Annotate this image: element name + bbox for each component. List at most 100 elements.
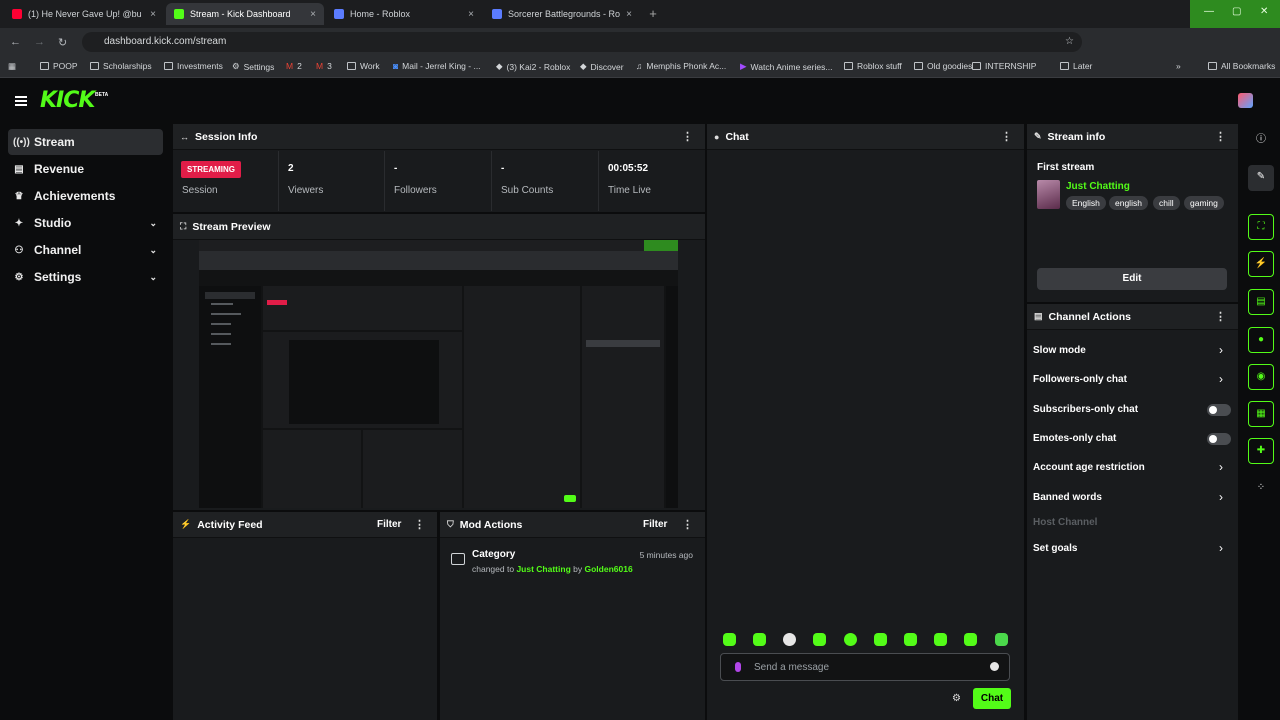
reload-icon[interactable]: ↻ [58, 36, 67, 49]
gear-icon[interactable]: ⚙ [952, 693, 961, 704]
emote-icon[interactable] [723, 633, 736, 646]
chevron-right-icon[interactable]: › [1219, 372, 1223, 386]
tag: English [1066, 196, 1106, 210]
bookmark[interactable]: ♫ Memphis Phonk Ac... [636, 61, 726, 71]
bookmark[interactable]: Old goodies [914, 61, 972, 71]
folder-icon [90, 62, 99, 70]
send-chat-button[interactable]: Chat [973, 688, 1011, 709]
emote-icon[interactable] [934, 633, 947, 646]
browser-tab[interactable]: Sorcerer Battlegrounds - Roblox × [484, 3, 640, 25]
chevron-right-icon[interactable]: › [1219, 490, 1223, 504]
kebab-menu-icon[interactable]: ⋮ [1215, 130, 1226, 143]
close-icon[interactable]: × [150, 9, 156, 20]
pencil-icon[interactable]: ✎ [1248, 165, 1274, 191]
user-link[interactable]: Golden6016 [585, 564, 633, 574]
sidebar-item-channel[interactable]: ⚇ Channel ⌄ [8, 237, 163, 263]
emotes-only-toggle[interactable] [1207, 433, 1231, 445]
set-goals-item[interactable]: Set goals [1033, 543, 1077, 554]
lightning-icon[interactable]: ⚡ [1248, 251, 1274, 277]
maximize-icon[interactable]: ▢ [1232, 6, 1241, 17]
bookmark[interactable]: ◆ (3) Kai2 - Roblox [496, 61, 570, 72]
info-icon[interactable]: ⓘ [1248, 128, 1274, 154]
emote-icon[interactable] [964, 633, 977, 646]
bookmark[interactable]: M3 [316, 61, 332, 71]
layout-icon[interactable]: ▦ [1248, 401, 1274, 427]
bookmark[interactable]: All Bookmarks [1208, 61, 1275, 71]
edit-button[interactable]: Edit [1037, 268, 1227, 290]
chevron-right-icon[interactable]: › [1219, 541, 1223, 555]
close-icon[interactable]: × [626, 9, 632, 20]
bookmark[interactable]: Scholarships [90, 61, 152, 71]
kebab-menu-icon[interactable]: ⋮ [414, 518, 425, 531]
bookmark[interactable]: Investments [164, 61, 223, 71]
desc-prefix: changed to [472, 564, 515, 574]
banned-words-item[interactable]: Banned words [1033, 492, 1102, 503]
chevron-right-icon[interactable]: › [1219, 460, 1223, 474]
bookmark[interactable]: Later [1060, 61, 1092, 71]
avatar[interactable] [1238, 93, 1253, 108]
sidebar-item-studio[interactable]: ✦ Studio ⌄ [8, 210, 163, 236]
account-age-item[interactable]: Account age restriction [1033, 462, 1145, 473]
bookmark[interactable]: ◙ Mail - Jerrel King - ... [393, 61, 481, 71]
sidebar-item-revenue[interactable]: ▤ Revenue [8, 156, 163, 182]
bookmark[interactable]: INTERNSHIP [972, 61, 1036, 71]
wrench-icon[interactable]: ✚ [1248, 438, 1274, 464]
browser-tab[interactable]: (1) He Never Gave Up! @bu × [4, 3, 164, 25]
sidebar-item-label: Settings [34, 270, 82, 284]
fullscreen-icon[interactable]: ⛶ [1248, 214, 1274, 240]
bookmark[interactable]: M2 [286, 61, 302, 71]
chat-bubble-icon[interactable]: ● [1248, 327, 1274, 353]
kick-logo[interactable]: KICK [40, 88, 95, 113]
emote-icon[interactable] [783, 633, 796, 646]
category-name[interactable]: Just Chatting [1066, 181, 1130, 192]
sidebar-item-settings[interactable]: ⚙ Settings ⌄ [8, 264, 163, 290]
browser-tab-active[interactable]: Stream - Kick Dashboard × [166, 3, 324, 25]
stream-preview-video[interactable] [199, 240, 678, 508]
bookmark[interactable]: Roblox stuff [844, 61, 902, 71]
stat-label: Sub Counts [501, 185, 554, 196]
microphone-icon[interactable] [735, 662, 741, 672]
back-icon[interactable]: ← [10, 36, 21, 48]
bookmark[interactable]: POOP [40, 61, 78, 71]
dots-icon[interactable]: ⁘ [1248, 476, 1274, 502]
browser-tab[interactable]: Home - Roblox × [326, 3, 482, 25]
category-link[interactable]: Just Chatting [516, 564, 570, 574]
hamburger-menu-icon[interactable] [15, 96, 27, 106]
bookmark[interactable]: ⚙ Settings [232, 61, 274, 72]
emote-icon[interactable] [813, 633, 826, 646]
close-icon[interactable]: × [310, 9, 316, 20]
slow-mode-item[interactable]: Slow mode [1033, 345, 1086, 356]
kebab-menu-icon[interactable]: ⋮ [682, 130, 693, 143]
sidebar-item-achievements[interactable]: ♛ Achievements [8, 183, 163, 209]
broadcast-icon[interactable]: ◉ [1248, 364, 1274, 390]
stat-label: Session [182, 185, 218, 196]
new-tab-button[interactable]: + [645, 6, 661, 22]
more-bookmarks-icon[interactable]: » [1176, 61, 1181, 71]
close-icon[interactable]: × [468, 9, 474, 20]
notes-icon[interactable]: ▤ [1248, 289, 1274, 315]
bookmark[interactable]: ◆ Discover [580, 61, 624, 72]
subscribers-only-toggle[interactable] [1207, 404, 1231, 416]
emoji-icon[interactable] [990, 662, 999, 671]
bookmark[interactable]: Work [347, 61, 380, 71]
kebab-menu-icon[interactable]: ⋮ [1001, 130, 1012, 143]
minimize-icon[interactable]: — [1204, 6, 1214, 17]
kebab-menu-icon[interactable]: ⋮ [1215, 310, 1226, 323]
emote-icon[interactable] [904, 633, 917, 646]
filter-button[interactable]: Filter [377, 519, 401, 530]
emote-icon[interactable] [753, 633, 766, 646]
kebab-menu-icon[interactable]: ⋮ [682, 518, 693, 531]
bookmark[interactable]: ▶ Watch Anime series... [740, 61, 832, 72]
filter-button[interactable]: Filter [643, 519, 667, 530]
sidebar-item-stream[interactable]: ((•)) Stream [8, 129, 163, 155]
url-field[interactable]: dashboard.kick.com/stream ☆ [82, 32, 1082, 52]
forward-icon[interactable]: → [34, 36, 45, 48]
close-window-icon[interactable]: ✕ [1260, 6, 1268, 17]
emote-icon[interactable] [844, 633, 857, 646]
emote-icon[interactable] [874, 633, 887, 646]
star-icon[interactable]: ☆ [1065, 32, 1074, 52]
chevron-right-icon[interactable]: › [1219, 343, 1223, 357]
followers-only-item[interactable]: Followers-only chat [1033, 374, 1127, 385]
emote-icon[interactable] [995, 633, 1008, 646]
apps-icon[interactable]: ▦ [8, 61, 16, 72]
